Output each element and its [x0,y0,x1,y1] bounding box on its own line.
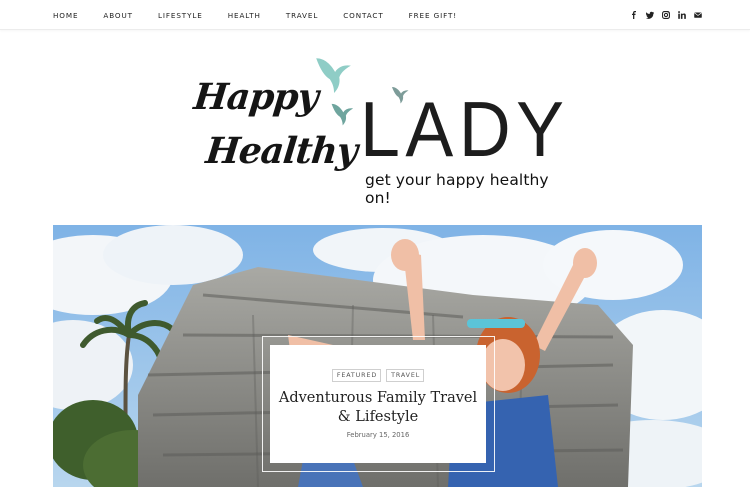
nav-lifestyle[interactable]: LIFESTYLE [158,11,203,20]
social-links [630,0,702,30]
linkedin-icon[interactable] [678,11,686,20]
bird-icon [331,103,354,126]
main-menu: HOME ABOUT LIFESTYLE HEALTH TRAVEL CONTA… [53,0,482,30]
instagram-icon[interactable] [662,11,670,20]
nav-health[interactable]: HEALTH [228,11,261,20]
twitter-icon[interactable] [646,11,654,20]
tag-featured[interactable]: FEATURED [331,369,382,382]
bird-icon [392,87,409,104]
nav-free-gift[interactable]: FREE GIFT! [409,11,457,20]
top-nav-bar: HOME ABOUT LIFESTYLE HEALTH TRAVEL CONTA… [0,0,750,30]
logo-tagline: get your happy healthy on! [365,171,549,207]
logo-script-happy: Happy [191,76,320,118]
site-logo[interactable]: Happy Healthy LADY get your happy health… [190,50,570,207]
featured-post-card[interactable]: FEATURED TRAVEL Adventurous Family Trave… [270,345,486,463]
nav-home[interactable]: HOME [53,11,78,20]
post-date: February 15, 2016 [346,431,410,439]
post-tags: FEATURED TRAVEL [270,369,486,382]
logo-script-healthy: Healthy [203,130,359,172]
nav-travel[interactable]: TRAVEL [286,11,318,20]
email-icon[interactable] [694,11,702,20]
nav-about[interactable]: ABOUT [103,11,133,20]
nav-contact[interactable]: CONTACT [343,11,383,20]
bird-icon [316,58,351,93]
tag-travel[interactable]: TRAVEL [386,369,425,382]
post-title[interactable]: Adventurous Family Travel & Lifestyle [278,389,478,427]
facebook-icon[interactable] [630,11,638,20]
